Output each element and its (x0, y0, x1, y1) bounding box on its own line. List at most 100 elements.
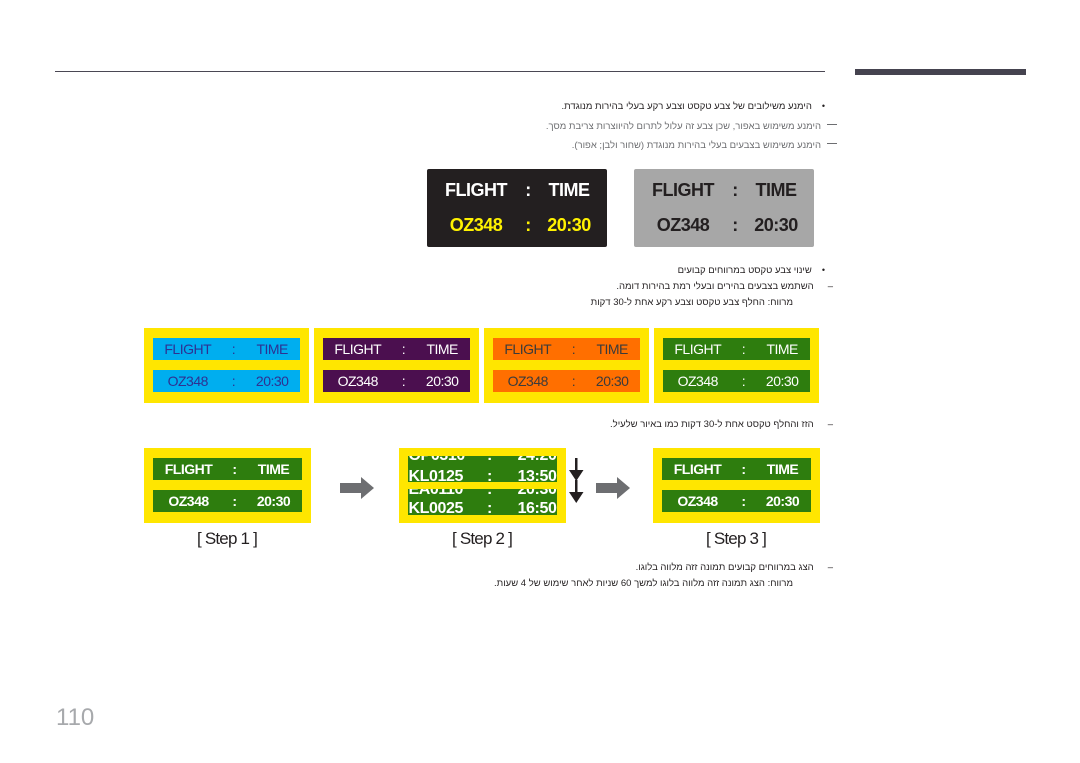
flight-code: OZ348 (167, 373, 209, 389)
flight-code: EA0110 (408, 489, 464, 498)
header-time: TIME (256, 341, 288, 357)
header-flight: FLIGHT (504, 341, 552, 357)
sign-header-row: FLIGHT: TIME (153, 338, 300, 360)
sign-header-row: FLIGHT : TIME (427, 175, 607, 205)
flight-time: 20:30 (595, 373, 629, 389)
separator: : (741, 461, 746, 477)
dash-text: הצג במרווחים קבועים תמונה זזה מלווה בלוג… (635, 562, 814, 573)
step3-label: [ Step 3 ] (706, 529, 767, 548)
separator: : (732, 179, 738, 200)
flight-code: OZ348 (677, 493, 718, 509)
flight-time: 20:30 (765, 373, 799, 389)
sign-header-row: FLIGHT : TIME (153, 458, 302, 480)
step3-sign: FLIGHT : TIME OZ348 : 20:30 (653, 448, 820, 523)
sign-value-row: OZ348 : 20:30 (153, 490, 302, 512)
flight-code: OZ348 (677, 373, 719, 389)
flight-time: 20:30 (256, 493, 291, 509)
header-time: TIME (755, 179, 798, 200)
separator: : (231, 373, 236, 389)
bullet-text: הימנע משילובים של צבע טקסט וצבע רקע בעלי… (561, 101, 812, 112)
sign-example-dark: FLIGHT : TIME OZ348 : 20:30 (427, 169, 607, 247)
header-flight: FLIGHT (652, 179, 715, 200)
separator: : (525, 179, 531, 200)
sign-value-row: OZ348: 20:30 (153, 370, 300, 392)
sign-value-row: OZ348: 20:30 (493, 370, 640, 392)
header-time: TIME (596, 341, 628, 357)
separator: : (571, 373, 576, 389)
separator: : (231, 341, 236, 357)
header-time: TIME (766, 461, 799, 477)
sign-header-row: FLIGHT : TIME (662, 458, 811, 480)
flight-time: 16:50 (517, 500, 557, 515)
flight-time: 20:30 (255, 373, 289, 389)
flight-time: 24:20 (501, 456, 557, 465)
step2-sign: OP0310:24:20 KL0125:13:50 EA0110:20:30 K… (399, 448, 566, 523)
scroll-line: EA0110: 20:30 (408, 489, 557, 499)
chapter-marker-bar (855, 69, 1026, 75)
separator: : (232, 493, 237, 509)
separator: : (732, 214, 738, 235)
header-flight: FLIGHT (673, 461, 722, 477)
flight-code: OZ348 (449, 214, 503, 235)
separator: : (487, 489, 492, 498)
separator: : (479, 456, 501, 465)
color-variant-sign: FLIGHT: TIME OZ348: 20:30 (144, 328, 309, 403)
scroll-line: KL0125: 13:50 (408, 468, 557, 482)
page-number: 110 (56, 704, 95, 731)
arrow-right-icon (596, 477, 630, 499)
flight-time: 20:30 (547, 214, 591, 235)
sign-header-row: FLIGHT : TIME (634, 175, 814, 205)
separator: : (525, 214, 531, 235)
scroll-line: KL0025: 16:50 (408, 500, 557, 515)
sign-header-row: FLIGHT: TIME (323, 338, 470, 360)
flight-code: KL0025 (408, 500, 464, 515)
interval-30min: מרווח: החלף צבע טקסט וצבע רקע אחת ל-30 ד… (591, 294, 793, 312)
sign-value-row: OZ348: 20:30 (663, 370, 810, 392)
interval-text: מרווח: החלף צבע טקסט וצבע רקע אחת ל-30 ד… (590, 297, 793, 308)
dash-text: הזז והחלף טקסט אחת ל-30 דקות כמו באיור ש… (610, 419, 814, 430)
dash-text: השתמש בצבעים בהירים ובעלי רמת בהירות דומ… (616, 281, 814, 292)
separator: : (487, 500, 492, 515)
header-flight: FLIGHT (445, 179, 508, 200)
flight-code: OZ348 (507, 373, 549, 389)
step1-sign: FLIGHT : TIME OZ348 : 20:30 (144, 448, 311, 523)
bullet-avoid-contrast: הימנע משילובים של צבע טקסט וצבע רקע בעלי… (562, 97, 825, 116)
note-avoid-gray: הימנע משימוש באפור, שכן צבע זה עלול לתרו… (546, 118, 837, 136)
step1-label: [ Step 1 ] (197, 529, 258, 548)
arrow-right-icon (340, 477, 374, 499)
sign-example-gray: FLIGHT : TIME OZ348 : 20:30 (634, 169, 814, 247)
separator: : (741, 373, 746, 389)
separator: : (741, 493, 746, 509)
separator: : (487, 468, 492, 482)
color-variant-sign: FLIGHT: TIME OZ348: 20:30 (654, 328, 819, 403)
header-flight: FLIGHT (674, 341, 722, 357)
flight-time: 20:30 (765, 493, 800, 509)
color-variant-sign: FLIGHT: TIME OZ348: 20:30 (314, 328, 479, 403)
step2-label: [ Step 2 ] (452, 529, 513, 548)
interval-logo: מרווח: הצג תמונה זזה מלווה בלוגו למשך 60… (494, 575, 793, 593)
header-time: TIME (766, 341, 798, 357)
flight-time: 13:50 (517, 468, 557, 482)
flight-code: KL0125 (408, 468, 464, 482)
flight-code: OP0310 (409, 456, 479, 465)
header-rule (55, 71, 825, 72)
interval-text: מרווח: הצג תמונה זזה מלווה בלוגו למשך 60… (494, 578, 793, 589)
scroll-panel-top: OP0310:24:20 KL0125: 13:50 (408, 456, 557, 482)
note-text: הימנע משימוש בצבעים בעלי בהירות מנוגדת (… (571, 140, 821, 151)
note-avoid-bw: הימנע משימוש בצבעים בעלי בהירות מנוגדת (… (572, 137, 837, 155)
flight-time: 20:30 (425, 373, 459, 389)
separator: : (401, 373, 406, 389)
scroll-line: OP0310:24:20 (408, 456, 557, 465)
flight-code: OZ348 (337, 373, 379, 389)
sign-header-row: FLIGHT: TIME (493, 338, 640, 360)
dash-move-text: הזז והחלף טקסט אחת ל-30 דקות כמו באיור ש… (610, 416, 833, 434)
header-time: TIME (426, 341, 458, 357)
header-flight: FLIGHT (334, 341, 382, 357)
header-time: TIME (257, 461, 290, 477)
separator: : (232, 461, 237, 477)
sign-value-row: OZ348 : 20:30 (662, 490, 811, 512)
separator: : (741, 341, 746, 357)
flight-time: 20:30 (517, 489, 557, 498)
header-time: TIME (548, 179, 591, 200)
header-flight: FLIGHT (164, 341, 212, 357)
